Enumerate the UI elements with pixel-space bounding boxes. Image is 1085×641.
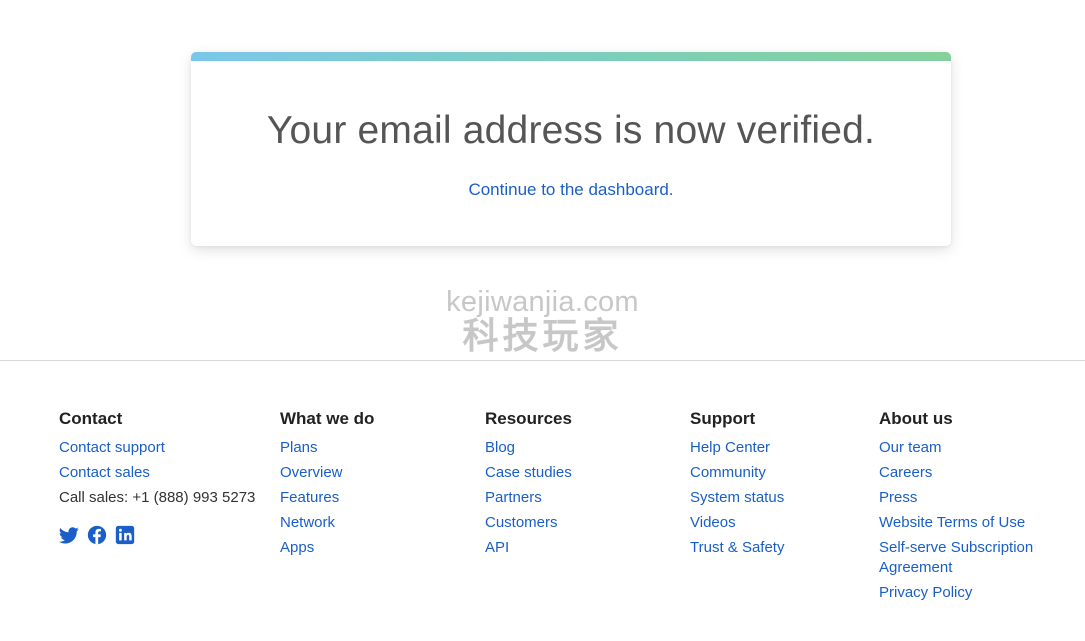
case-studies-link[interactable]: Case studies	[485, 464, 572, 481]
footer-list-about: Our team Careers Press Website Terms of …	[879, 438, 1054, 603]
footer-col-about: About us Our team Careers Press Website …	[879, 408, 1054, 608]
call-sales-text: Call sales: +1 (888) 993 5273	[59, 489, 256, 506]
footer-col-support: Support Help Center Community System sta…	[690, 408, 870, 563]
footer-heading-about: About us	[879, 409, 953, 428]
list-item: Plans	[280, 438, 470, 458]
list-item: Apps	[280, 538, 470, 558]
system-status-link[interactable]: System status	[690, 489, 784, 506]
api-link[interactable]: API	[485, 539, 509, 556]
privacy-policy-link[interactable]: Privacy Policy	[879, 584, 972, 601]
page-title: Your email address is now verified.	[266, 109, 876, 152]
footer-list-resources: Blog Case studies Partners Customers API	[485, 438, 675, 558]
footer-col-what-we-do: What we do Plans Overview Features Netwo…	[280, 408, 470, 563]
customers-link[interactable]: Customers	[485, 514, 558, 531]
list-item: API	[485, 538, 675, 558]
footer-heading-support: Support	[690, 409, 756, 428]
list-item: Network	[280, 513, 470, 533]
trust-safety-link[interactable]: Trust & Safety	[690, 539, 784, 556]
overview-link[interactable]: Overview	[280, 464, 343, 481]
list-item: Community	[690, 463, 870, 483]
apps-link[interactable]: Apps	[280, 539, 314, 556]
partners-link[interactable]: Partners	[485, 489, 542, 506]
list-item: Contact sales	[59, 463, 269, 483]
list-item: Trust & Safety	[690, 538, 870, 558]
footer-heading-resources: Resources	[485, 409, 572, 428]
subscription-agreement-link[interactable]: Self-serve Subscription Agreement	[879, 539, 1033, 576]
watermark: kejiwanjia.com 科技玩家	[430, 286, 655, 354]
continue-dashboard-link[interactable]: Continue to the dashboard.	[468, 180, 673, 199]
blog-link[interactable]: Blog	[485, 439, 515, 456]
social-links	[59, 525, 269, 545]
network-link[interactable]: Network	[280, 514, 335, 531]
plans-link[interactable]: Plans	[280, 439, 318, 456]
list-item: Website Terms of Use	[879, 513, 1054, 533]
list-item: Videos	[690, 513, 870, 533]
list-item: Privacy Policy	[879, 583, 1054, 603]
footer-col-contact: Contact Contact support Contact sales Ca…	[59, 408, 269, 545]
list-item: Overview	[280, 463, 470, 483]
footer-divider	[0, 360, 1085, 361]
our-team-link[interactable]: Our team	[879, 439, 942, 456]
linkedin-icon[interactable]	[115, 525, 135, 545]
website-terms-link[interactable]: Website Terms of Use	[879, 514, 1025, 531]
contact-sales-link[interactable]: Contact sales	[59, 464, 150, 481]
list-item: Help Center	[690, 438, 870, 458]
list-item: Customers	[485, 513, 675, 533]
card-accent-bar	[191, 52, 951, 61]
list-item: System status	[690, 488, 870, 508]
list-item: Our team	[879, 438, 1054, 458]
help-center-link[interactable]: Help Center	[690, 439, 770, 456]
footer-col-resources: Resources Blog Case studies Partners Cus…	[485, 408, 675, 563]
list-item: Partners	[485, 488, 675, 508]
footer-list-contact: Contact support Contact sales Call sales…	[59, 438, 269, 508]
list-item: Press	[879, 488, 1054, 508]
list-item: Call sales: +1 (888) 993 5273	[59, 488, 269, 508]
contact-support-link[interactable]: Contact support	[59, 439, 165, 456]
features-link[interactable]: Features	[280, 489, 339, 506]
list-item: Features	[280, 488, 470, 508]
footer-list-what-we-do: Plans Overview Features Network Apps	[280, 438, 470, 558]
careers-link[interactable]: Careers	[879, 464, 932, 481]
footer-list-support: Help Center Community System status Vide…	[690, 438, 870, 558]
twitter-icon[interactable]	[59, 525, 79, 545]
dashboard-link-wrap: Continue to the dashboard.	[191, 180, 951, 200]
list-item: Careers	[879, 463, 1054, 483]
list-item: Self-serve Subscription Agreement	[879, 538, 1054, 578]
press-link[interactable]: Press	[879, 489, 917, 506]
videos-link[interactable]: Videos	[690, 514, 736, 531]
watermark-url: kejiwanjia.com	[446, 286, 639, 318]
community-link[interactable]: Community	[690, 464, 766, 481]
verification-card: Your email address is now verified. Cont…	[191, 52, 951, 246]
list-item: Blog	[485, 438, 675, 458]
watermark-chinese: 科技玩家	[462, 315, 623, 357]
footer-heading-contact: Contact	[59, 409, 123, 428]
footer-heading-what-we-do: What we do	[280, 409, 375, 428]
facebook-icon[interactable]	[87, 525, 107, 545]
list-item: Contact support	[59, 438, 269, 458]
list-item: Case studies	[485, 463, 675, 483]
